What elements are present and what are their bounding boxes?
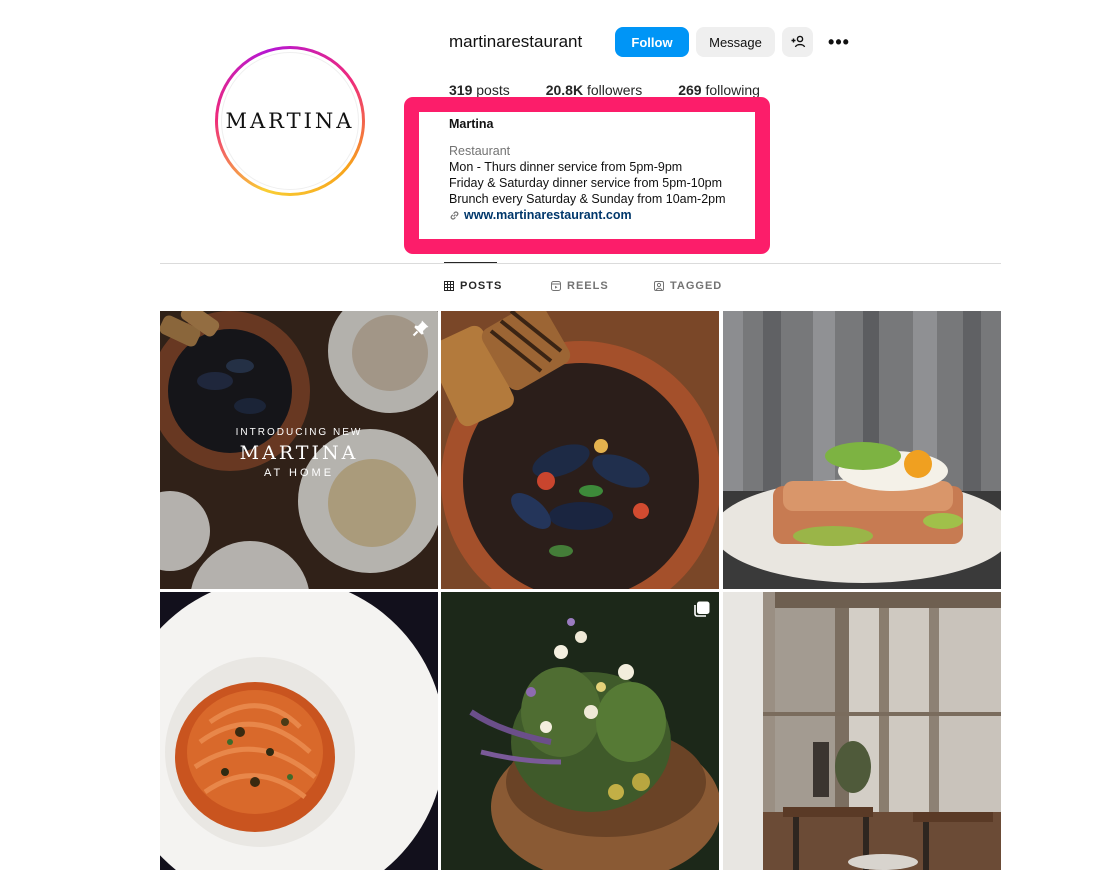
bio-website-link[interactable]: www.martinarestaurant.com [449, 207, 726, 223]
tagged-icon [654, 281, 664, 291]
tab-tagged[interactable]: TAGGED [654, 280, 722, 292]
post-tile[interactable]: INTRODUCING NEW MARTINA AT HOME [160, 311, 438, 589]
bio-category: Restaurant [449, 144, 511, 158]
followers-count: 20.8K [545, 82, 584, 98]
posts-stat[interactable]: 319 posts [449, 82, 510, 98]
post-tile[interactable] [160, 592, 438, 870]
post-tile[interactable] [723, 592, 1001, 870]
avatar-inner: MARTINA [218, 49, 362, 193]
bio-name: Martina [449, 117, 494, 131]
post-tile[interactable] [441, 311, 719, 589]
more-options-icon[interactable]: ••• [824, 27, 854, 57]
post-image [441, 592, 719, 870]
profile-avatar[interactable]: MARTINA [215, 46, 365, 196]
post-overlay-title: MARTINA [239, 442, 359, 464]
posts-label: posts [476, 82, 510, 98]
post-overlay-tagline: AT HOME [263, 467, 335, 479]
suggested-accounts-button[interactable] [782, 27, 813, 57]
avatar-logo-text: MARTINA [225, 109, 355, 133]
tab-posts[interactable]: POSTS [444, 280, 502, 292]
profile-bio: Martina Restaurant Mon - Thurs dinner se… [449, 116, 726, 223]
profile-stats: 319 posts 20.8K followers 269 following [449, 82, 796, 98]
following-label: following [705, 82, 760, 98]
pin-icon [412, 320, 429, 337]
following-stat[interactable]: 269 following [678, 82, 760, 98]
link-icon [450, 210, 459, 220]
profile-username: martinarestaurant [449, 32, 583, 51]
post-tile[interactable] [723, 311, 1001, 589]
bio-line: Mon - Thurs dinner service from 5pm-9pm [449, 160, 683, 174]
posts-count: 319 [449, 82, 473, 98]
post-image [160, 592, 438, 870]
tab-reels[interactable]: REELS [551, 280, 609, 292]
message-button[interactable]: Message [696, 27, 775, 57]
bio-link-text: www.martinarestaurant.com [464, 208, 632, 222]
tab-tagged-label: TAGGED [670, 280, 723, 292]
post-tile[interactable] [441, 592, 719, 870]
tab-posts-label: POSTS [460, 280, 503, 292]
tabs-divider [160, 263, 1001, 264]
follow-button[interactable]: Follow [615, 27, 689, 57]
post-overlay-subtitle: INTRODUCING NEW [235, 427, 363, 438]
bio-line: Brunch every Saturday & Sunday from 10am… [449, 192, 726, 206]
tab-reels-label: REELS [567, 280, 609, 292]
active-tab-indicator [444, 262, 497, 263]
following-count: 269 [678, 82, 702, 98]
followers-label: followers [586, 82, 643, 98]
add-person-icon [791, 35, 805, 48]
followers-stat[interactable]: 20.8K followers [546, 82, 643, 98]
post-image [723, 311, 1001, 589]
bio-line: Friday & Saturday dinner service from 5p… [449, 176, 723, 190]
avatar-image: MARTINA [221, 52, 359, 190]
post-image [723, 592, 1001, 870]
grid-icon [444, 281, 454, 291]
carousel-icon [694, 601, 710, 617]
reels-icon [551, 281, 561, 291]
post-image [441, 311, 719, 589]
